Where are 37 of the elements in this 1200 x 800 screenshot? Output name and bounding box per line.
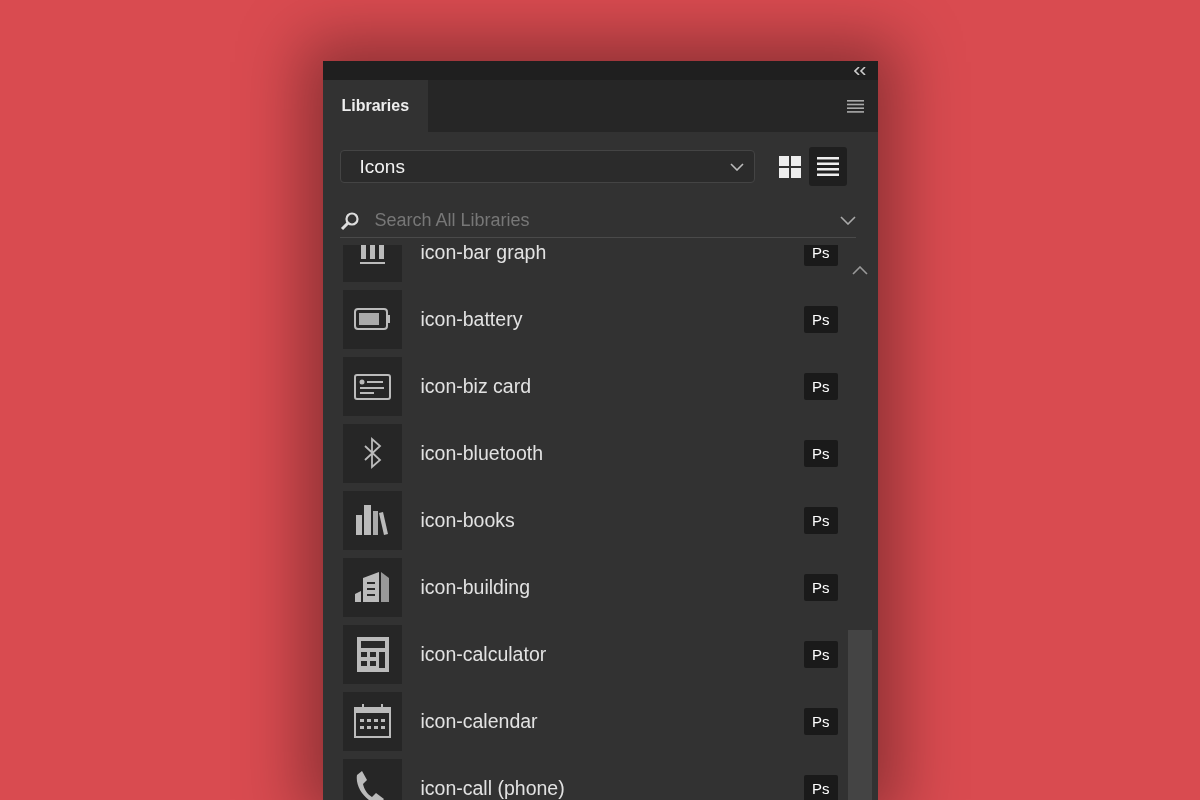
library-dropdown[interactable]: Icons xyxy=(339,150,755,183)
building-icon xyxy=(342,558,402,617)
collapse-icon[interactable] xyxy=(853,66,866,75)
books-icon xyxy=(342,491,402,550)
item-name: icon-calendar xyxy=(420,710,539,733)
calendar-icon xyxy=(342,692,402,751)
battery-icon xyxy=(342,290,402,349)
app-badge: Ps xyxy=(804,440,838,467)
app-badge: Ps xyxy=(804,373,838,400)
card-icon xyxy=(342,357,402,416)
app-badge: Ps xyxy=(804,245,838,266)
app-badge: Ps xyxy=(804,507,838,534)
app-badge: Ps xyxy=(804,775,838,800)
scroll-up-icon[interactable] xyxy=(851,266,868,275)
app-badge: Ps xyxy=(804,708,838,735)
app-badge: Ps xyxy=(804,306,838,333)
chevron-down-icon[interactable] xyxy=(839,216,856,225)
item-name: icon-books xyxy=(420,509,516,532)
item-name: icon-building xyxy=(420,576,531,599)
menu-icon[interactable] xyxy=(846,99,864,113)
app-badge: Ps xyxy=(804,574,838,601)
item-name: icon-battery xyxy=(420,308,524,331)
item-name: icon-bar graph xyxy=(420,245,548,264)
calculator-icon xyxy=(342,625,402,684)
list-view-button[interactable] xyxy=(808,147,847,186)
item-name: icon-calculator xyxy=(420,643,548,666)
panel-tab[interactable]: Libraries xyxy=(322,80,429,132)
item-name: icon-biz card xyxy=(420,375,533,398)
app-badge: Ps xyxy=(804,641,838,668)
chevron-down-icon xyxy=(729,162,744,171)
search-field[interactable]: Search All Libraries xyxy=(374,210,840,231)
item-name: icon-bluetooth xyxy=(420,442,544,465)
search-icon xyxy=(339,210,360,231)
bluetooth-icon xyxy=(342,424,402,483)
grid-icon xyxy=(778,155,801,178)
list-icon xyxy=(816,155,839,178)
item-name: icon-call (phone) xyxy=(420,777,566,800)
